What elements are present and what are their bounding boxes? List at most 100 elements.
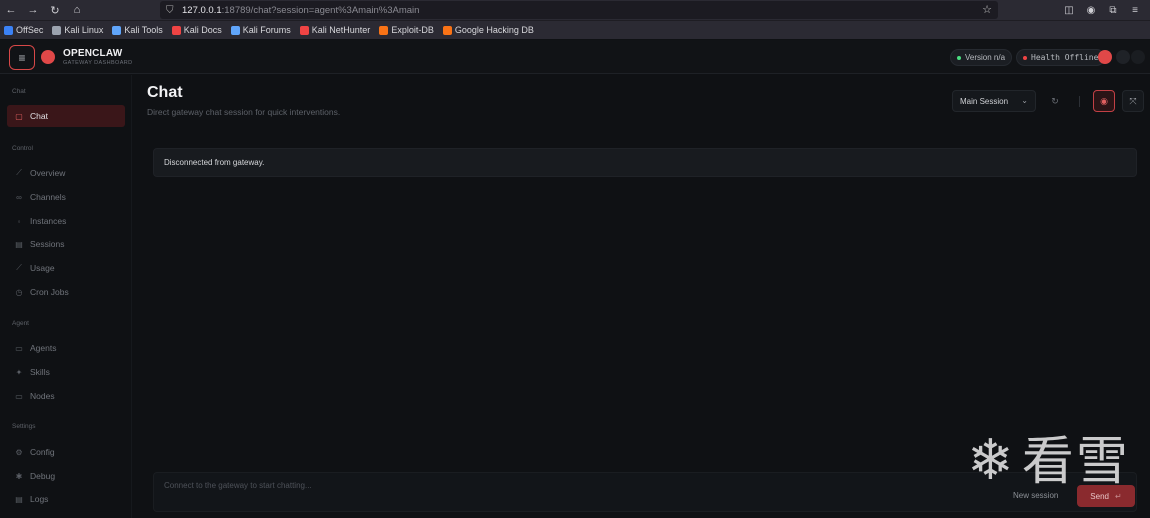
bookmark-favicon-icon: [4, 25, 13, 35]
bookmarks-bar: OffSec Kali Linux Kali Tools Kali Docs Kali …: [0, 20, 1150, 39]
clock-icon: ◷: [15, 287, 23, 297]
bookmark-favicon-icon: [299, 25, 309, 35]
sidebar-item-label: Debug: [30, 471, 56, 481]
health-status-dot: [1023, 55, 1027, 60]
bookmark-favicon-icon: [379, 25, 389, 35]
message-input[interactable]: Connect to the gateway to start chatting…: [164, 481, 312, 490]
url-path: :18789/chat?session=agent%3Amain%3Amain: [221, 4, 420, 16]
focus-mode-button[interactable]: ◉: [1093, 90, 1115, 112]
sidebar-item-overview[interactable]: ⟋ Overview: [7, 162, 125, 184]
bookmark-item[interactable]: Google Hacking DB: [442, 25, 534, 35]
bookmark-item[interactable]: Exploit-DB: [379, 25, 434, 35]
bookmark-item[interactable]: Kali NetHunter: [299, 25, 371, 35]
bookmark-item[interactable]: OffSec: [4, 25, 43, 35]
sidebar-item-label: Chat: [30, 111, 48, 121]
bookmark-label: Kali Linux: [64, 25, 104, 35]
theme-dark-icon[interactable]: [1098, 50, 1112, 64]
sidebar-item-sessions[interactable]: ▤ Sessions: [7, 233, 125, 255]
chat-icon: ▢: [15, 111, 23, 121]
toolbar-divider: [1079, 96, 1080, 107]
bookmark-item[interactable]: Kali Docs: [171, 25, 222, 35]
url-host: 127.0.0.1: [182, 4, 222, 16]
folder-icon: ▭: [15, 343, 23, 353]
new-session-button[interactable]: New session: [1013, 491, 1058, 500]
bookmark-label: Google Hacking DB: [454, 25, 534, 35]
home-icon[interactable]: ⌂: [66, 0, 88, 20]
hamburger-icon: ≡: [18, 50, 26, 65]
refresh-button[interactable]: ↻: [1044, 90, 1066, 112]
fullscreen-button[interactable]: ⤧: [1122, 90, 1144, 112]
brain-icon: ◉: [1100, 95, 1108, 106]
monitor-icon: ▭: [15, 391, 23, 401]
send-label: Send: [1090, 491, 1109, 501]
theme-light-icon[interactable]: [1116, 50, 1130, 64]
bookmark-label: Kali Docs: [183, 25, 222, 35]
link-icon: ∞: [16, 192, 22, 202]
gear-icon: ⚙: [15, 447, 23, 457]
bookmark-item[interactable]: Kali Forums: [230, 25, 291, 35]
sidebar-item-nodes[interactable]: ▭ Nodes: [7, 385, 125, 407]
theme-system-icon[interactable]: [1131, 50, 1145, 64]
bookmark-favicon-icon: [230, 25, 240, 35]
nav-group-chat: Chat: [12, 88, 26, 95]
bookmark-item[interactable]: Kali Linux: [52, 25, 103, 35]
sidebar-item-label: Config: [30, 447, 55, 457]
sidebar-item-chat[interactable]: ▢ Chat: [7, 105, 125, 127]
snowflake-logo-icon: ❄: [967, 428, 1016, 491]
sparkle-icon: ✦: [15, 367, 23, 377]
nav-group-settings: Settings: [12, 423, 36, 430]
sidebar-item-usage[interactable]: ⟋ Usage: [7, 257, 125, 279]
expand-icon: ⤧: [1129, 95, 1137, 106]
bookmark-favicon-icon: [171, 25, 181, 35]
account-icon[interactable]: ◉: [1080, 0, 1102, 20]
version-badge: Version n/a: [950, 49, 1013, 66]
sidebar-item-label: Channels: [30, 192, 66, 202]
chart-icon: ⟋: [16, 168, 22, 177]
sidebar-item-logs[interactable]: ▤ Logs: [7, 488, 125, 510]
site-info-icon[interactable]: ⛉: [166, 5, 182, 16]
sidebar-item-debug[interactable]: ✱ Debug: [7, 465, 125, 487]
sidebar-item-label: Nodes: [30, 391, 55, 401]
bookmark-item[interactable]: Kali Tools: [112, 25, 163, 35]
bookmark-star-icon[interactable]: ☆: [982, 3, 992, 16]
bookmark-label: OffSec: [16, 25, 44, 35]
reload-icon[interactable]: ↻: [44, 0, 66, 20]
nav-group-agent: Agent: [12, 320, 29, 327]
back-icon[interactable]: ←: [0, 0, 22, 20]
bookmark-favicon-icon: [442, 25, 452, 35]
page-subtitle: Direct gateway chat session for quick in…: [147, 107, 341, 117]
openclaw-logo: [41, 50, 55, 64]
sidebar-item-config[interactable]: ⚙ Config: [7, 441, 125, 463]
browser-toolbar: ← → ↻ ⌂ ⛉ 127.0.0.1 :18789/chat?session=…: [0, 0, 1150, 20]
nav-group-control: Control: [12, 145, 33, 152]
pocket-icon[interactable]: ◫: [1058, 0, 1080, 20]
sidebar-item-channels[interactable]: ∞ Channels: [7, 186, 125, 208]
bookmark-label: Kali Tools: [124, 25, 163, 35]
send-arrow-icon: ↵: [1114, 491, 1122, 501]
forward-icon[interactable]: →: [22, 0, 44, 20]
sidebar-item-label: Overview: [30, 168, 66, 178]
sidebar-item-label: Skills: [30, 367, 50, 377]
health-badge: Health Offline: [1016, 49, 1106, 66]
session-select[interactable]: Main Session ⌄: [952, 90, 1036, 112]
session-select-value: Main Session: [960, 96, 1009, 106]
bookmark-label: Kali NetHunter: [311, 25, 371, 35]
extensions-icon[interactable]: ⧉: [1102, 0, 1124, 20]
app-header: ≡ OPENCLAW GATEWAY DASHBOARD Version n/a…: [0, 40, 1150, 74]
alert-text: Disconnected from gateway.: [164, 158, 265, 167]
menu-toggle-button[interactable]: ≡: [9, 45, 35, 70]
sidebar-item-cron-jobs[interactable]: ◷ Cron Jobs: [7, 281, 125, 303]
bug-icon: ✱: [15, 471, 23, 481]
browser-menu-icon[interactable]: ≡: [1124, 0, 1146, 20]
sidebar-item-skills[interactable]: ✦ Skills: [7, 361, 125, 383]
sidebar-item-label: Instances: [30, 216, 67, 226]
sidebar-item-instances[interactable]: ◦ Instances: [7, 210, 125, 232]
sidebar-item-label: Agents: [30, 343, 57, 353]
sidebar: Chat ▢ Chat Control ⟋ Overview ∞ Channel…: [0, 75, 132, 518]
watermark-text: 看雪: [1021, 433, 1130, 491]
address-bar[interactable]: ⛉ 127.0.0.1 :18789/chat?session=agent%3A…: [160, 1, 998, 19]
sidebar-item-label: Usage: [30, 263, 55, 273]
sidebar-item-agents[interactable]: ▭ Agents: [7, 337, 125, 359]
file-icon: ▤: [15, 494, 23, 504]
sidebar-item-label: Cron Jobs: [30, 287, 69, 297]
